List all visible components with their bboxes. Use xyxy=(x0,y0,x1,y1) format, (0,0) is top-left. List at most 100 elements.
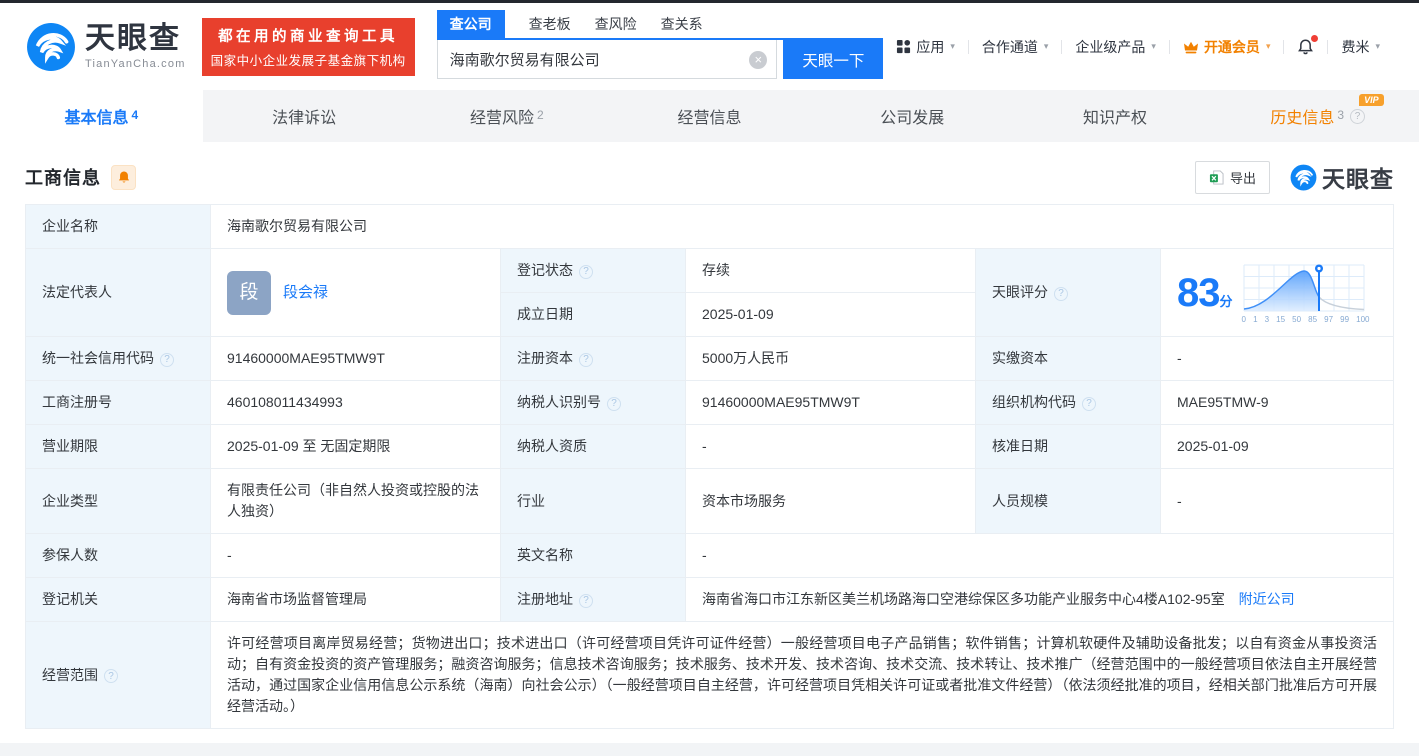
tab-intellectual-property[interactable]: 知识产权 xyxy=(1014,90,1217,142)
export-label: 导出 xyxy=(1230,168,1256,187)
field-label: 登记机关 xyxy=(26,578,211,622)
field-label: 行业 xyxy=(501,469,686,534)
tab-company-development[interactable]: 公司发展 xyxy=(811,90,1014,142)
nav-notifications[interactable] xyxy=(1284,38,1327,55)
chevron-down-icon: ▾ xyxy=(1151,41,1156,52)
table-row: 工商注册号 460108011434993 纳税人识别号? 91460000MA… xyxy=(26,381,1394,425)
field-label: 成立日期 xyxy=(501,293,686,337)
tab-operation-risk[interactable]: 经营风险 2 xyxy=(405,90,608,142)
help-icon[interactable]: ? xyxy=(1350,109,1365,124)
export-button[interactable]: 导出 xyxy=(1195,161,1270,194)
nav-user-menu[interactable]: 费米 ▾ xyxy=(1328,37,1393,57)
monitor-bell-button[interactable] xyxy=(111,165,136,190)
help-icon[interactable]: ? xyxy=(1054,287,1068,301)
help-icon[interactable]: ? xyxy=(1082,397,1096,411)
company-tabbar: 基本信息 4 法律诉讼 经营风险 2 经营信息 公司发展 知识产权 VIP 历史… xyxy=(0,90,1419,142)
search-tab-risk[interactable]: 查风险 xyxy=(595,10,637,38)
english-name-value: - xyxy=(686,534,1394,578)
nav-enterprise-products[interactable]: 企业级产品 ▾ xyxy=(1062,37,1169,57)
vip-badge: VIP xyxy=(1359,94,1384,106)
company-name-value: 海南歌尔贸易有限公司 xyxy=(211,205,1394,249)
chevron-down-icon: ▾ xyxy=(1375,41,1380,52)
field-label: 纳税人识别号? xyxy=(501,381,686,425)
industry-value: 资本市场服务 xyxy=(686,469,976,534)
nav-vip-label: 开通会员 xyxy=(1204,37,1260,57)
section-header: 工商信息 导出 xyxy=(25,158,1394,196)
chevron-down-icon: ▾ xyxy=(950,41,955,52)
table-row: 登记机关 海南省市场监督管理局 注册地址? 海南省海口市江东新区美兰机场路海口空… xyxy=(26,578,1394,622)
tab-label: 基本信息 xyxy=(65,104,129,128)
field-label: 注册资本? xyxy=(501,337,686,381)
watermark-text: 天眼查 xyxy=(1322,160,1394,194)
score-chart: 0131550859799100 xyxy=(1242,262,1370,324)
insured-count-value: - xyxy=(211,534,501,578)
help-icon[interactable]: ? xyxy=(104,669,118,683)
tianyancha-logo-icon xyxy=(26,22,76,72)
help-icon[interactable]: ? xyxy=(579,265,593,279)
slogan-line1: 都在用的商业查询工具 xyxy=(211,25,406,46)
tab-history-info[interactable]: VIP 历史信息 3 ? xyxy=(1216,90,1419,142)
search-tab-company[interactable]: 查公司 xyxy=(437,10,505,38)
table-row: 营业期限 2025-01-09 至 无固定期限 纳税人资质 - 核准日期 202… xyxy=(26,425,1394,469)
field-label: 人员规模 xyxy=(976,469,1161,534)
field-label: 工商注册号 xyxy=(26,381,211,425)
tab-label: 历史信息 xyxy=(1270,104,1334,128)
table-row: 法定代表人 段 段会禄 登记状态? 存续 天眼评分? 83分 xyxy=(26,249,1394,293)
tab-count: 3 xyxy=(1337,108,1344,122)
search-input[interactable] xyxy=(437,40,778,79)
tab-basic-info[interactable]: 基本信息 4 xyxy=(0,90,203,142)
score-cell: 83分 xyxy=(1161,249,1394,337)
slogan-line2: 国家中小企业发展子基金旗下机构 xyxy=(211,50,406,69)
nav-partner-channel[interactable]: 合作通道 ▾ xyxy=(969,37,1062,57)
legal-rep-link[interactable]: 段会禄 xyxy=(283,282,328,303)
company-type-value: 有限责任公司（非自然人投资或控股的法人独资） xyxy=(211,469,501,534)
nav-enterprise-label: 企业级产品 xyxy=(1075,37,1145,57)
nav-apps[interactable]: 应用 ▾ xyxy=(883,37,968,57)
field-label: 法定代表人 xyxy=(26,249,211,337)
help-icon[interactable]: ? xyxy=(160,353,174,367)
nav-open-vip[interactable]: 开通会员 ▾ xyxy=(1170,37,1284,57)
tab-label: 公司发展 xyxy=(880,104,944,128)
bell-icon xyxy=(117,170,131,184)
header-nav: 应用 ▾ 合作通道 ▾ 企业级产品 ▾ 开通会员 ▾ xyxy=(883,37,1393,57)
chevron-down-icon: ▾ xyxy=(1044,41,1049,52)
score-axis: 0131550859799100 xyxy=(1242,316,1370,324)
field-label: 企业类型 xyxy=(26,469,211,534)
field-label: 天眼评分? xyxy=(976,249,1161,337)
apps-grid-icon xyxy=(896,39,911,54)
table-row: 企业名称 海南歌尔贸易有限公司 xyxy=(26,205,1394,249)
search-button[interactable]: 天眼一下 xyxy=(783,40,883,79)
tianyancha-logo-icon xyxy=(1290,164,1317,191)
business-term-value: 2025-01-09 至 无固定期限 xyxy=(211,425,501,469)
search-module: 查公司 查老板 查风险 查关系 × 天眼一下 xyxy=(437,14,884,79)
reg-authority-value: 海南省市场监督管理局 xyxy=(211,578,501,622)
search-tab-relation[interactable]: 查关系 xyxy=(661,10,703,38)
org-code-value: MAE95TMW-9 xyxy=(1161,381,1394,425)
legal-rep-cell: 段 段会禄 xyxy=(211,249,501,337)
field-label: 注册地址? xyxy=(501,578,686,622)
help-icon[interactable]: ? xyxy=(579,353,593,367)
search-tabs: 查公司 查老板 查风险 查关系 xyxy=(437,14,884,40)
help-icon[interactable]: ? xyxy=(579,594,593,608)
tab-legal-litigation[interactable]: 法律诉讼 xyxy=(203,90,406,142)
table-row: 统一社会信用代码? 91460000MAE95TMW9T 注册资本? 5000万… xyxy=(26,337,1394,381)
nearby-companies-link[interactable]: 附近公司 xyxy=(1239,591,1295,607)
score-value: 83 xyxy=(1177,271,1220,315)
legal-rep-avatar[interactable]: 段 xyxy=(227,271,271,315)
bell-wrap xyxy=(1297,38,1314,55)
reg-address-value: 海南省海口市江东新区美兰机场路海口空港综保区多功能产业服务中心4楼A102-95… xyxy=(702,591,1225,607)
tab-label: 经营信息 xyxy=(678,104,742,128)
excel-icon xyxy=(1209,170,1224,185)
section-actions: 导出 天眼查 xyxy=(1195,160,1394,194)
slogan-banner: 都在用的商业查询工具 国家中小企业发展子基金旗下机构 xyxy=(202,18,415,76)
table-row: 企业类型 有限责任公司（非自然人投资或控股的法人独资） 行业 资本市场服务 人员… xyxy=(26,469,1394,534)
field-label: 英文名称 xyxy=(501,534,686,578)
tab-business-info[interactable]: 经营信息 xyxy=(608,90,811,142)
logo-subtitle: TianYanCha.com xyxy=(85,58,186,70)
tianyancha-logo[interactable]: 天眼查 TianYanCha.com xyxy=(26,22,186,72)
search-tab-boss[interactable]: 查老板 xyxy=(529,10,571,38)
notification-dot xyxy=(1311,35,1318,42)
help-icon[interactable]: ? xyxy=(607,397,621,411)
main-content: 工商信息 导出 xyxy=(0,142,1419,729)
site-header: 天眼查 TianYanCha.com 都在用的商业查询工具 国家中小企业发展子基… xyxy=(0,3,1419,90)
